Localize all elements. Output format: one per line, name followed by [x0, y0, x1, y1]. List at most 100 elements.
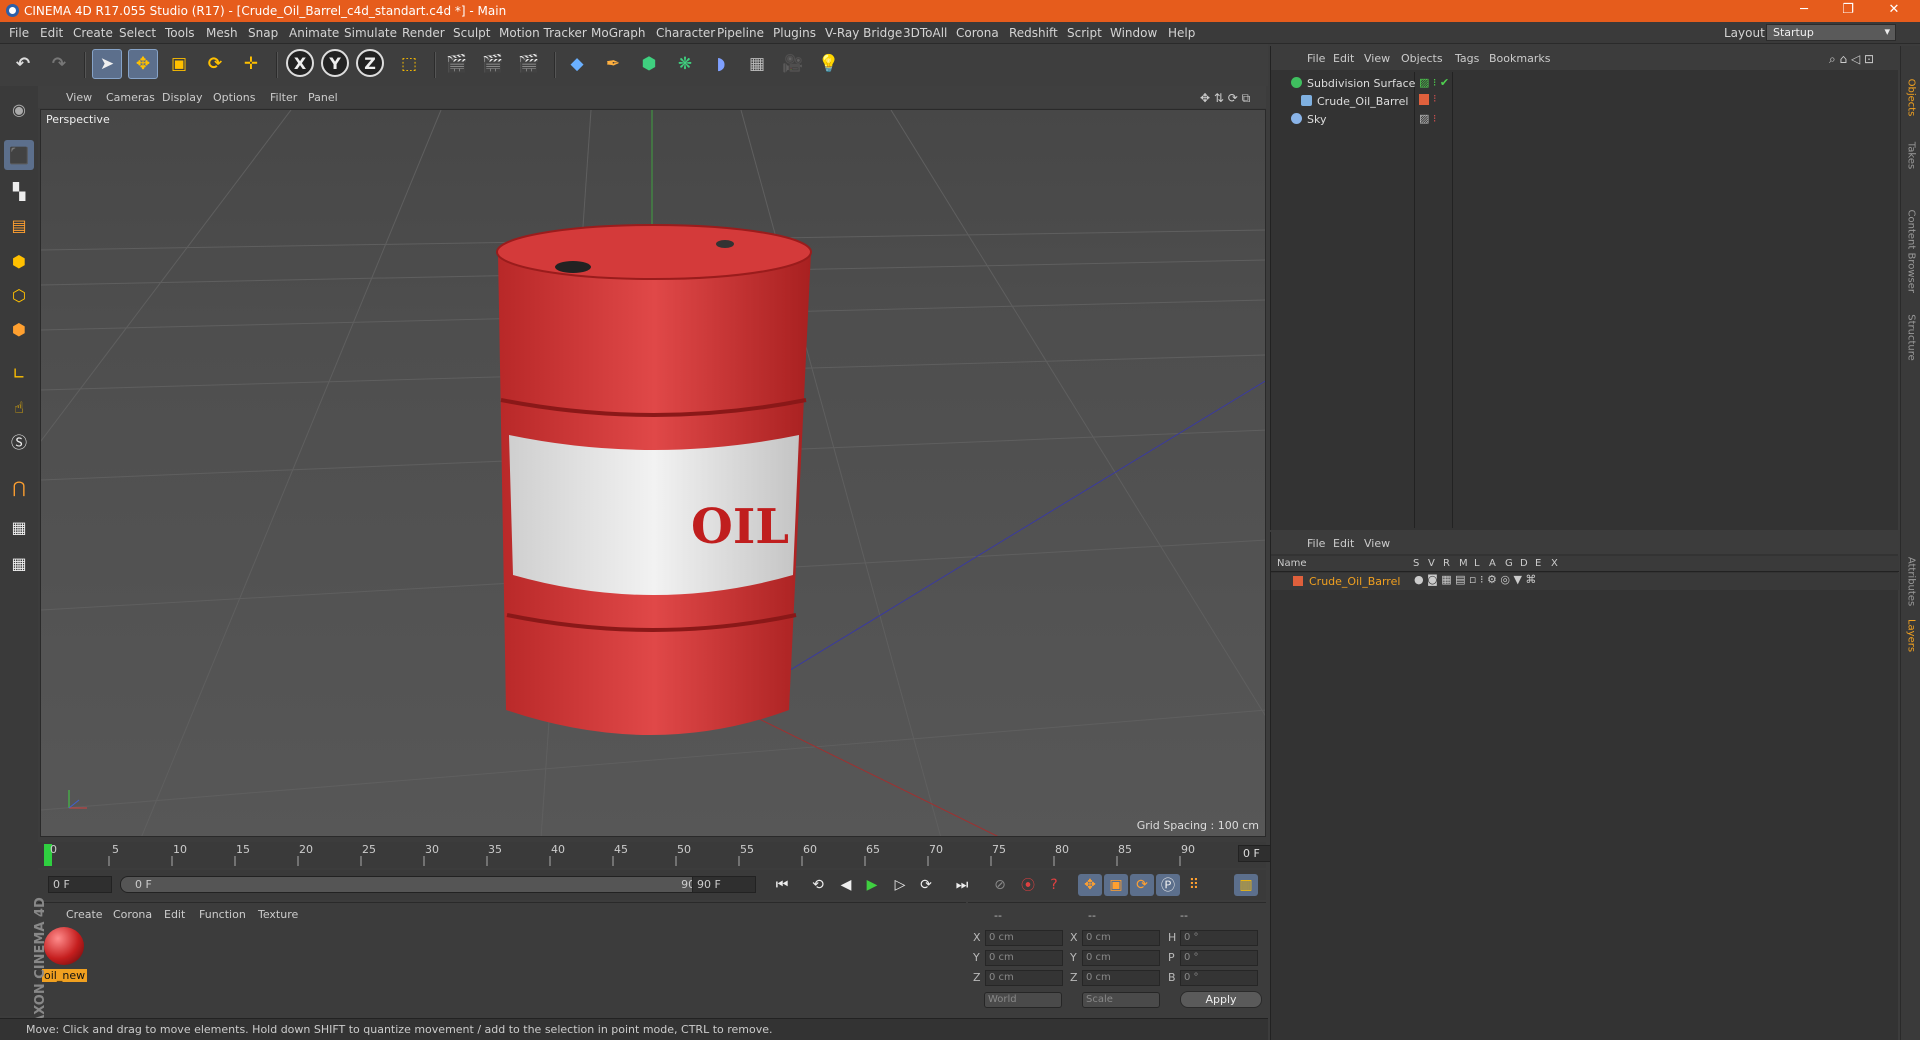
snapping-icon[interactable]: Ⓢ [4, 426, 34, 456]
menu-snap[interactable]: Snap [248, 26, 278, 40]
undo-icon[interactable]: ↶ [8, 49, 38, 79]
layout-select[interactable]: Startup [1766, 24, 1896, 41]
menu-tools[interactable]: Tools [165, 26, 195, 40]
viewport-navigation-icon[interactable]: ✥ ⇅ ⟳ ⧉ [1200, 91, 1250, 106]
object-row-subdivision-surface[interactable]: Subdivision Surface ▨ ⁝ ✔ [1271, 74, 1899, 92]
objects-menu-objects[interactable]: Objects [1401, 52, 1443, 65]
coordinate-space-select[interactable]: World [984, 992, 1062, 1008]
move-tool-icon[interactable]: ✥ [128, 49, 158, 79]
object-row-sky[interactable]: Sky ▨ ⁝ [1271, 110, 1899, 128]
tweak-mode-icon[interactable]: ☝ [4, 392, 34, 422]
material-name[interactable]: oil_new [42, 969, 88, 982]
go-to-end-icon[interactable]: ⏭ [950, 874, 974, 896]
menu-3dtoall[interactable]: 3DToAll [903, 26, 947, 40]
objects-menu-tags[interactable]: Tags [1455, 52, 1479, 65]
previous-key-icon[interactable]: ⟲ [806, 874, 830, 896]
minimize-button[interactable]: ─ [1784, 2, 1824, 17]
material-menu-edit[interactable]: Edit [164, 908, 185, 921]
objects-menu-file[interactable]: File [1307, 52, 1325, 65]
redo-icon[interactable]: ↷ [44, 49, 74, 79]
menu-select[interactable]: Select [119, 26, 156, 40]
menu-file[interactable]: File [9, 26, 29, 40]
motion-record-icon[interactable]: ⊘ [988, 874, 1012, 896]
material-menu-function[interactable]: Function [199, 908, 246, 921]
menu-mograph[interactable]: MoGraph [591, 26, 646, 40]
objects-menu-edit[interactable]: Edit [1333, 52, 1354, 65]
locked-workplane-icon[interactable]: ▦ [4, 512, 34, 542]
apply-button[interactable]: Apply [1180, 991, 1262, 1008]
menu-edit[interactable]: Edit [40, 26, 63, 40]
position-y-field[interactable]: 0 cm [985, 950, 1063, 966]
subdivision-surface-icon[interactable]: ⬢ [634, 49, 664, 79]
layer-row[interactable]: Crude_Oil_Barrel ● ◙ ▦ ▤ ▫ ⁝ ⚙ ◎ ▼ ⌘ [1271, 573, 1899, 590]
render-view-icon[interactable]: 🎬 [442, 49, 472, 79]
polygons-mode-icon[interactable]: ⬢ [4, 314, 34, 344]
next-key-icon[interactable]: ⟳ [914, 874, 938, 896]
layers-menu-view[interactable]: View [1364, 537, 1390, 550]
timeline-window-icon[interactable]: ▥ [1234, 874, 1258, 896]
tab-content-browser[interactable]: Content Browser [1906, 210, 1917, 293]
menu-mesh[interactable]: Mesh [206, 26, 238, 40]
material-menu-texture[interactable]: Texture [258, 908, 298, 921]
z-axis-lock-button[interactable]: Z [356, 49, 384, 77]
camera-icon[interactable]: 🎥 [778, 49, 808, 79]
layer-toggle-icons[interactable]: ● ◙ ▦ ▤ ▫ ⁝ ⚙ ◎ ▼ ⌘ [1414, 573, 1536, 586]
render-settings-icon[interactable]: 🎬 [514, 49, 544, 79]
autokeying-icon[interactable]: ? [1042, 874, 1066, 896]
maximize-button[interactable]: ❐ [1828, 2, 1868, 17]
light-bulb-icon[interactable]: 💡 [814, 49, 844, 79]
viewport-menu-filter[interactable]: Filter [270, 91, 297, 104]
objects-menu-bookmarks[interactable]: Bookmarks [1489, 52, 1550, 65]
rotation-h-field[interactable]: 0 ° [1180, 930, 1258, 946]
visibility-dots-icon[interactable]: ⁝ [1433, 92, 1437, 105]
size-mode-select[interactable]: Scale [1082, 992, 1160, 1008]
render-picture-viewer-icon[interactable]: 🎬 [478, 49, 508, 79]
close-button[interactable]: ✕ [1874, 2, 1914, 17]
menu-pipeline[interactable]: Pipeline [717, 26, 764, 40]
planar-workplane-icon[interactable]: ▦ [4, 548, 34, 578]
position-x-field[interactable]: 0 cm [985, 930, 1063, 946]
viewport-menu-cameras[interactable]: Cameras [106, 91, 155, 104]
points-mode-icon[interactable]: ⬢ [4, 246, 34, 276]
menu-redshift[interactable]: Redshift [1009, 26, 1058, 40]
layer-color-swatch[interactable] [1293, 576, 1303, 586]
sky-tag-icon[interactable]: ▨ ⁝ [1419, 112, 1436, 125]
record-scale-icon[interactable]: ▣ [1104, 874, 1128, 896]
rotate-tool-icon[interactable]: ⟳ [200, 49, 230, 79]
layers-menu-file[interactable]: File [1307, 537, 1325, 550]
viewport-menu-options[interactable]: Options [213, 91, 255, 104]
record-parameter-icon[interactable]: Ⓟ [1156, 874, 1180, 896]
viewport-menu-panel[interactable]: Panel [308, 91, 338, 104]
layer-name[interactable]: Crude_Oil_Barrel [1309, 575, 1400, 588]
menu-create[interactable]: Create [73, 26, 113, 40]
play-icon[interactable]: ▶ [860, 874, 884, 896]
axis-mode-icon[interactable]: ∟ [4, 358, 34, 388]
size-y-field[interactable]: 0 cm [1082, 950, 1160, 966]
material-menu-create[interactable]: Create [66, 908, 103, 921]
tab-structure[interactable]: Structure [1906, 306, 1917, 370]
start-frame-field[interactable]: 0 F [48, 876, 112, 893]
tab-layers[interactable]: Layers [1906, 604, 1917, 668]
cube-primitive-icon[interactable]: ◆ [562, 49, 592, 79]
make-editable-icon[interactable]: ◉ [4, 94, 34, 124]
select-arrow-icon[interactable]: ➤ [92, 49, 122, 79]
material-menu-corona[interactable]: Corona [113, 908, 152, 921]
tab-objects[interactable]: Objects [1906, 66, 1917, 130]
menu-script[interactable]: Script [1067, 26, 1102, 40]
deformer-icon[interactable]: ◗ [706, 49, 736, 79]
floor-icon[interactable]: ▦ [742, 49, 772, 79]
edges-mode-icon[interactable]: ⬡ [4, 280, 34, 310]
coordinate-system-icon[interactable]: ⬚ [394, 49, 424, 79]
object-manager-search-icon[interactable]: ⌕ ⌂ ◁ ⊡ [1829, 52, 1874, 67]
record-point-level-icon[interactable]: ⠿ [1182, 874, 1206, 896]
menu-animate[interactable]: Animate [289, 26, 339, 40]
objects-menu-view[interactable]: View [1364, 52, 1390, 65]
magnet-icon[interactable]: ⋂ [4, 472, 34, 502]
end-frame-field[interactable]: 90 F [692, 876, 756, 893]
y-axis-lock-button[interactable]: Y [321, 49, 349, 77]
frame-range-slider[interactable]: 0 F 90 F [120, 876, 720, 893]
menu-sculpt[interactable]: Sculpt [453, 26, 490, 40]
position-z-field[interactable]: 0 cm [985, 970, 1063, 986]
record-rotation-icon[interactable]: ⟳ [1130, 874, 1154, 896]
texture-mode-icon[interactable]: ▚ [4, 176, 34, 206]
